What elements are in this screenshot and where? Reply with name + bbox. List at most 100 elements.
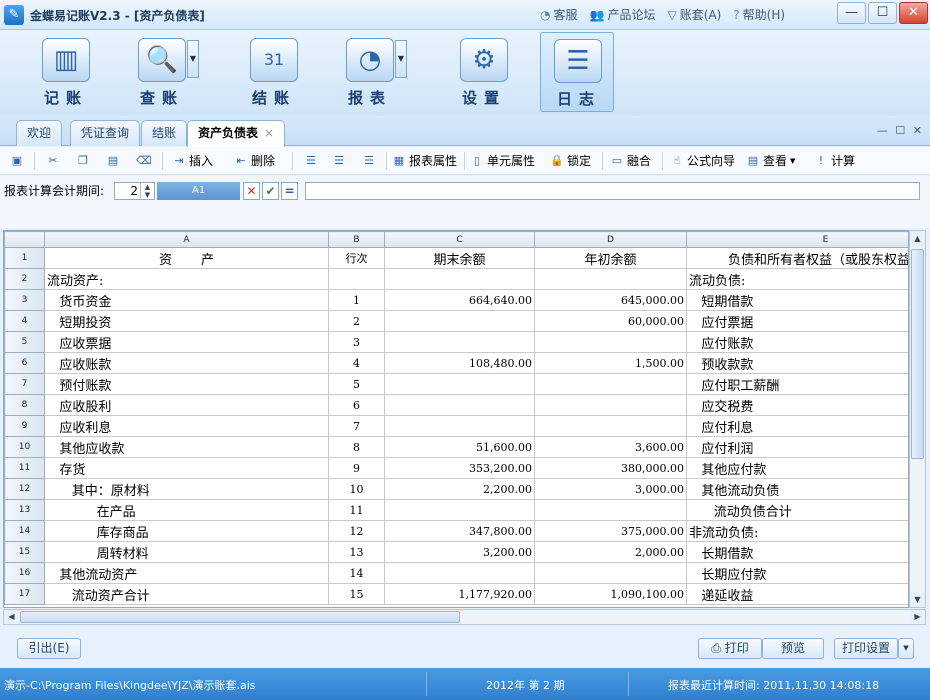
tab-close-icon[interactable]: × xyxy=(264,126,274,140)
balance-sheet-grid[interactable]: A B C D E 1资 产行次 期末余额 年初余额 负债和所有者权益（或股东权益） 2… xyxy=(4,231,908,605)
cancel-formula-button[interactable]: ✕ xyxy=(243,182,260,200)
cell-line-no[interactable]: 8 xyxy=(328,436,385,458)
cell-opening-balance[interactable]: 2,000.00 xyxy=(534,541,687,563)
cell-opening-balance[interactable]: 375,000.00 xyxy=(534,520,687,542)
report-dropdown[interactable]: ▼ xyxy=(395,40,407,78)
cell-liability[interactable]: 其他流动负债 xyxy=(686,478,908,500)
minimize-button[interactable]: — xyxy=(837,2,866,24)
cell-line-no[interactable]: 15 xyxy=(328,583,385,605)
row-header[interactable]: 6 xyxy=(4,352,45,374)
paste-button[interactable]: ▤ xyxy=(106,152,120,170)
cell-line-no[interactable]: 5 xyxy=(328,373,385,395)
query-dropdown[interactable]: ▼ xyxy=(187,40,199,78)
cell-liability[interactable]: 应交税费 xyxy=(686,394,908,416)
row-header[interactable]: 12 xyxy=(4,478,45,500)
tab-window-controls[interactable]: — ☐ ✕ xyxy=(877,124,924,137)
vertical-scrollbar[interactable]: ▲ ▼ xyxy=(909,230,926,608)
column-header[interactable]: A xyxy=(44,231,329,248)
cell-asset[interactable]: 应收股利 xyxy=(44,394,329,416)
view-menu-button[interactable]: ▤ 查看 ▼ xyxy=(746,152,796,170)
settings-button[interactable]: ⚙ 设置 xyxy=(442,32,522,112)
cell-opening-balance[interactable] xyxy=(534,373,687,395)
cell-ending-balance[interactable] xyxy=(384,394,535,416)
help-menu[interactable]: ? 帮助(H) xyxy=(733,6,785,23)
row-header[interactable]: 13 xyxy=(4,499,45,521)
cell-asset[interactable]: 其他应收款 xyxy=(44,436,329,458)
cell-liability[interactable]: 流动负债合计 xyxy=(686,499,908,521)
scroll-down-icon[interactable]: ▼ xyxy=(910,592,925,607)
row-header[interactable]: 5 xyxy=(4,331,45,353)
cell-liability[interactable]: 负债和所有者权益（或股东权益） xyxy=(686,247,908,269)
cell-liability[interactable]: 其他应付款 xyxy=(686,457,908,479)
row-header[interactable]: 4 xyxy=(4,310,45,332)
cell-opening-balance[interactable]: 380,000.00 xyxy=(534,457,687,479)
align-right-button[interactable]: ☰ xyxy=(362,152,376,170)
cell-line-no[interactable]: 10 xyxy=(328,478,385,500)
cell-liability[interactable]: 递延收益 xyxy=(686,583,908,605)
export-button[interactable]: 引出(E) xyxy=(17,638,81,659)
cell-opening-balance[interactable] xyxy=(534,562,687,584)
preview-button[interactable]: 预览 xyxy=(762,638,824,659)
cell-opening-balance[interactable] xyxy=(534,331,687,353)
row-header[interactable]: 10 xyxy=(4,436,45,458)
cell-asset[interactable]: 其他流动资产 xyxy=(44,562,329,584)
align-center-button[interactable]: ☰ xyxy=(332,152,346,170)
cell-line-no[interactable]: 2 xyxy=(328,310,385,332)
cell-line-no[interactable]: 11 xyxy=(328,499,385,521)
align-left-button[interactable]: ☰ xyxy=(304,152,318,170)
cell-liability[interactable]: 短期借款 xyxy=(686,289,908,311)
tab-voucher-query[interactable]: 凭证查询 xyxy=(70,120,141,146)
column-header[interactable]: C xyxy=(384,231,535,248)
scroll-left-icon[interactable]: ◀ xyxy=(4,610,19,624)
log-button[interactable]: ☰ 日志 xyxy=(540,32,614,112)
cell-reference-box[interactable]: A1 xyxy=(157,182,240,200)
close-period-button[interactable]: 31 结账 xyxy=(232,32,312,112)
cell-ending-balance[interactable]: 664,640.00 xyxy=(384,289,535,311)
cell-line-no[interactable]: 6 xyxy=(328,394,385,416)
cell-ending-balance[interactable] xyxy=(384,373,535,395)
account-menu[interactable]: ▽ 账套(A) xyxy=(667,6,721,23)
cell-ending-balance[interactable]: 2,200.00 xyxy=(384,478,535,500)
merge-button[interactable]: ▭ 融合 xyxy=(610,152,651,170)
scroll-right-icon[interactable]: ▶ xyxy=(910,610,925,624)
lock-button[interactable]: 🔒 锁定 xyxy=(550,152,591,170)
column-header[interactable]: B xyxy=(328,231,385,248)
cell-liability[interactable]: 预收款款 xyxy=(686,352,908,374)
row-header[interactable]: 15 xyxy=(4,541,45,563)
delete-button[interactable]: ⇤ 删除 xyxy=(234,152,275,170)
print-setup-dropdown[interactable]: ▼ xyxy=(898,638,914,659)
cell-ending-balance[interactable] xyxy=(384,331,535,353)
cell-line-no[interactable]: 12 xyxy=(328,520,385,542)
cell-line-no[interactable]: 13 xyxy=(328,541,385,563)
maximize-button[interactable]: ☐ xyxy=(868,2,897,24)
cell-opening-balance[interactable]: 年初余额 xyxy=(534,247,687,269)
equals-formula-button[interactable]: = xyxy=(281,182,298,200)
print-button[interactable]: ⎙ 打印 xyxy=(698,638,762,659)
close-button[interactable]: ✕ xyxy=(899,2,928,24)
confirm-formula-button[interactable]: ✔ xyxy=(262,182,279,200)
cell-ending-balance[interactable]: 347,800.00 xyxy=(384,520,535,542)
copy-button[interactable]: ❐ xyxy=(76,152,90,170)
formula-wizard-button[interactable]: ☝ 公式向导 xyxy=(670,152,735,170)
cell-asset[interactable]: 货币资金 xyxy=(44,289,329,311)
report-properties-button[interactable]: ▦ 报表属性 xyxy=(392,152,457,170)
calculate-button[interactable]: ! 计算 xyxy=(814,152,855,170)
cell-liability[interactable]: 应付利润 xyxy=(686,436,908,458)
cell-opening-balance[interactable]: 60,000.00 xyxy=(534,310,687,332)
cell-liability[interactable]: 应付账款 xyxy=(686,331,908,353)
cell-line-no[interactable]: 4 xyxy=(328,352,385,374)
cell-opening-balance[interactable] xyxy=(534,268,687,290)
row-header[interactable]: 1 xyxy=(4,247,45,269)
cell-opening-balance[interactable] xyxy=(534,394,687,416)
cell-ending-balance[interactable] xyxy=(384,562,535,584)
cell-opening-balance[interactable]: 1,090,100.00 xyxy=(534,583,687,605)
tab-balance-sheet[interactable]: 资产负债表 × xyxy=(187,120,286,147)
cell-liability[interactable]: 流动负债: xyxy=(686,268,908,290)
tab-welcome[interactable]: 欢迎 xyxy=(16,120,63,146)
cell-ending-balance[interactable] xyxy=(384,415,535,437)
cell-asset[interactable]: 应收利息 xyxy=(44,415,329,437)
row-header[interactable]: 2 xyxy=(4,268,45,290)
cell-ending-balance[interactable]: 1,177,920.00 xyxy=(384,583,535,605)
horizontal-scroll-thumb[interactable] xyxy=(20,611,460,623)
row-header[interactable]: 7 xyxy=(4,373,45,395)
